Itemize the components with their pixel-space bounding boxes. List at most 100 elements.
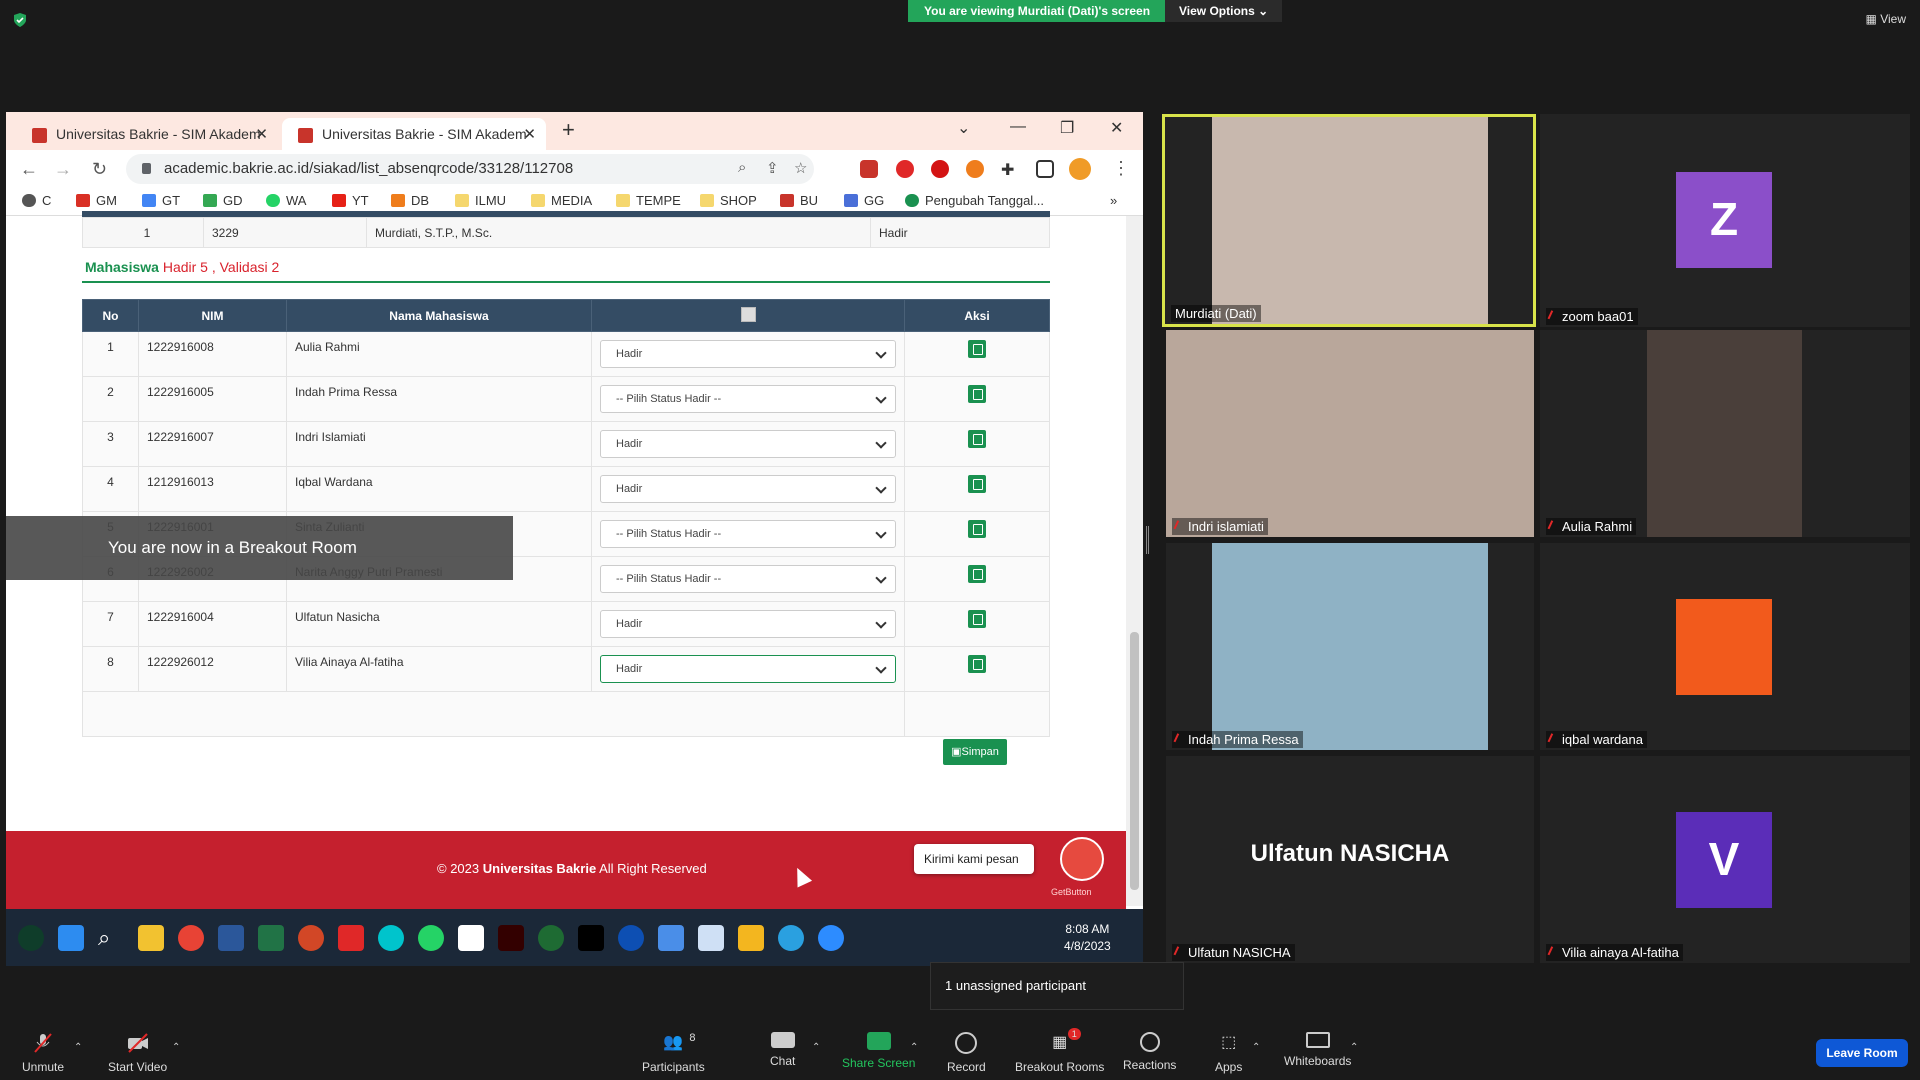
bookmark-item[interactable]: BU (780, 193, 818, 208)
shield-icon[interactable] (12, 12, 28, 28)
app-icon[interactable] (578, 925, 604, 951)
save-row-icon[interactable] (968, 655, 986, 673)
status-select[interactable]: Hadir (600, 655, 896, 683)
reactions-button[interactable]: Reactions (1123, 1032, 1176, 1072)
caret-up-icon[interactable]: ⌃ (1252, 1042, 1260, 1053)
app-icon[interactable] (618, 925, 644, 951)
save-row-icon[interactable] (968, 385, 986, 403)
pen-icon[interactable] (18, 925, 44, 951)
save-row-icon[interactable] (968, 565, 986, 583)
save-row-icon[interactable] (968, 610, 986, 628)
save-row-icon[interactable] (968, 520, 986, 538)
bookmark-folder[interactable]: MEDIA (531, 193, 592, 208)
video-tile[interactable]: Aulia Rahmi (1540, 330, 1910, 537)
bookmark-folder[interactable]: SHOP (700, 193, 757, 208)
video-tile[interactable]: Indri islamiati (1166, 330, 1534, 537)
canva-icon[interactable] (378, 925, 404, 951)
edge-icon[interactable] (778, 925, 804, 951)
powerpoint-icon[interactable] (298, 925, 324, 951)
drive-icon[interactable] (658, 925, 684, 951)
bookmark-overflow-icon[interactable]: » (1110, 193, 1117, 208)
star-icon[interactable]: ☆ (794, 159, 807, 177)
browser-tab-2[interactable]: Universitas Bakrie - SIM Akadem ✕ (282, 118, 546, 150)
close-tab-icon[interactable]: ✕ (255, 125, 268, 143)
chat-button[interactable]: Chat (770, 1032, 795, 1068)
save-row-icon[interactable] (968, 430, 986, 448)
dx-icon[interactable] (698, 925, 724, 951)
puzzle-icon[interactable]: ✚ (1001, 160, 1019, 179)
minimize-icon[interactable]: — (1010, 118, 1026, 136)
start-video-button[interactable]: Start Video (108, 1032, 167, 1074)
bookmark-item[interactable]: GM (76, 193, 117, 208)
status-select[interactable]: Hadir (600, 475, 896, 503)
excel-icon[interactable] (258, 925, 284, 951)
adblock-icon[interactable] (896, 160, 914, 178)
bookmark-folder[interactable]: TEMPE (616, 193, 681, 208)
zoom-app-icon[interactable] (818, 925, 844, 951)
bookmark-item[interactable]: C (22, 193, 51, 208)
share-screen-button[interactable]: Share Screen (842, 1032, 915, 1070)
view-options-button[interactable]: View Options ⌄ (1165, 0, 1283, 22)
video-tile[interactable]: Indah Prima Ressa (1166, 543, 1534, 750)
extension-badge-icon[interactable] (966, 160, 984, 178)
windows-start-icon[interactable] (58, 925, 84, 951)
view-button[interactable]: ▦ View (1866, 12, 1906, 26)
search-icon[interactable]: ⌕ (98, 925, 124, 951)
save-row-icon[interactable] (968, 475, 986, 493)
file-explorer-icon[interactable] (138, 925, 164, 951)
whiteboards-button[interactable]: Whiteboards (1284, 1032, 1351, 1068)
status-select[interactable]: -- Pilih Status Hadir -- (600, 565, 896, 593)
acrobat-icon[interactable] (338, 925, 364, 951)
chrome-icon[interactable] (178, 925, 204, 951)
status-select[interactable]: Hadir (600, 430, 896, 458)
caret-up-icon[interactable]: ⌃ (172, 1042, 180, 1053)
close-tab-icon[interactable]: ✕ (523, 125, 536, 143)
new-tab-icon[interactable]: + (562, 117, 575, 143)
scrollbar-thumb[interactable] (1130, 632, 1139, 890)
video-tile[interactable]: Z zoom baa01 (1540, 114, 1910, 327)
status-select[interactable]: Hadir (600, 610, 896, 638)
caret-up-icon[interactable]: ⌃ (812, 1042, 820, 1053)
gallery-resize-handle[interactable] (1146, 526, 1149, 554)
menu-icon[interactable]: ⋮ (1112, 158, 1130, 179)
video-tile[interactable]: V Vilia ainaya Al-fatiha (1540, 756, 1910, 963)
bookmark-folder[interactable]: ILMU (455, 193, 506, 208)
record-button[interactable]: Record (947, 1032, 986, 1074)
breakout-rooms-button[interactable]: ▦ 1 Breakout Rooms (1015, 1028, 1104, 1074)
zoom-icon[interactable]: ⌕ (738, 159, 746, 176)
save-row-icon[interactable] (968, 340, 986, 358)
close-window-icon[interactable]: ✕ (1110, 118, 1123, 138)
share-icon[interactable]: ⇪ (766, 159, 779, 177)
system-clock[interactable]: 8:08 AM 4/8/2023 (1064, 921, 1111, 955)
back-icon[interactable]: ← (20, 159, 38, 180)
illustrator-icon[interactable] (498, 925, 524, 951)
simpan-button[interactable]: ▣Simpan (943, 739, 1007, 765)
bookmark-item[interactable]: Pengubah Tanggal... (905, 193, 1044, 208)
status-select[interactable]: -- Pilih Status Hadir -- (600, 520, 896, 548)
app-icon[interactable] (538, 925, 564, 951)
language-icon[interactable] (458, 925, 484, 951)
bookmark-item[interactable]: GG (844, 193, 884, 208)
word-icon[interactable] (218, 925, 244, 951)
bookmark-item[interactable]: GD (203, 193, 243, 208)
bookmark-item[interactable]: WA (266, 193, 306, 208)
caret-up-icon[interactable]: ⌃ (74, 1042, 82, 1053)
video-tile-active[interactable]: Murdiati (Dati) (1162, 114, 1536, 327)
bookmark-item[interactable]: DB (391, 193, 429, 208)
browser-tab-1[interactable]: Universitas Bakrie - SIM Akadem ✕ (16, 118, 278, 150)
url-field[interactable]: academic.bakrie.ac.id/siakad/list_absenq… (126, 154, 814, 184)
unmute-button[interactable]: Unmute (22, 1032, 64, 1074)
video-tile[interactable]: Ulfatun NASICHA Ulfatun NASICHA (1166, 756, 1534, 963)
forward-icon[interactable]: → (54, 159, 72, 180)
apps-button[interactable]: ⬚ Apps (1215, 1032, 1242, 1074)
reload-icon[interactable]: ↻ (92, 159, 107, 180)
restore-icon[interactable]: ❐ (1060, 118, 1074, 138)
opera-icon[interactable] (931, 160, 949, 178)
chat-bubble-icon[interactable] (1060, 837, 1104, 881)
status-select[interactable]: -- Pilih Status Hadir -- (600, 385, 896, 413)
caret-up-icon[interactable]: ⌃ (1350, 1042, 1358, 1053)
chat-prompt[interactable]: Kirimi kami pesan (914, 844, 1034, 874)
select-all-checkbox[interactable] (740, 306, 756, 322)
whatsapp-icon[interactable] (418, 925, 444, 951)
participants-button[interactable]: 👥 8 Participants (642, 1032, 705, 1074)
